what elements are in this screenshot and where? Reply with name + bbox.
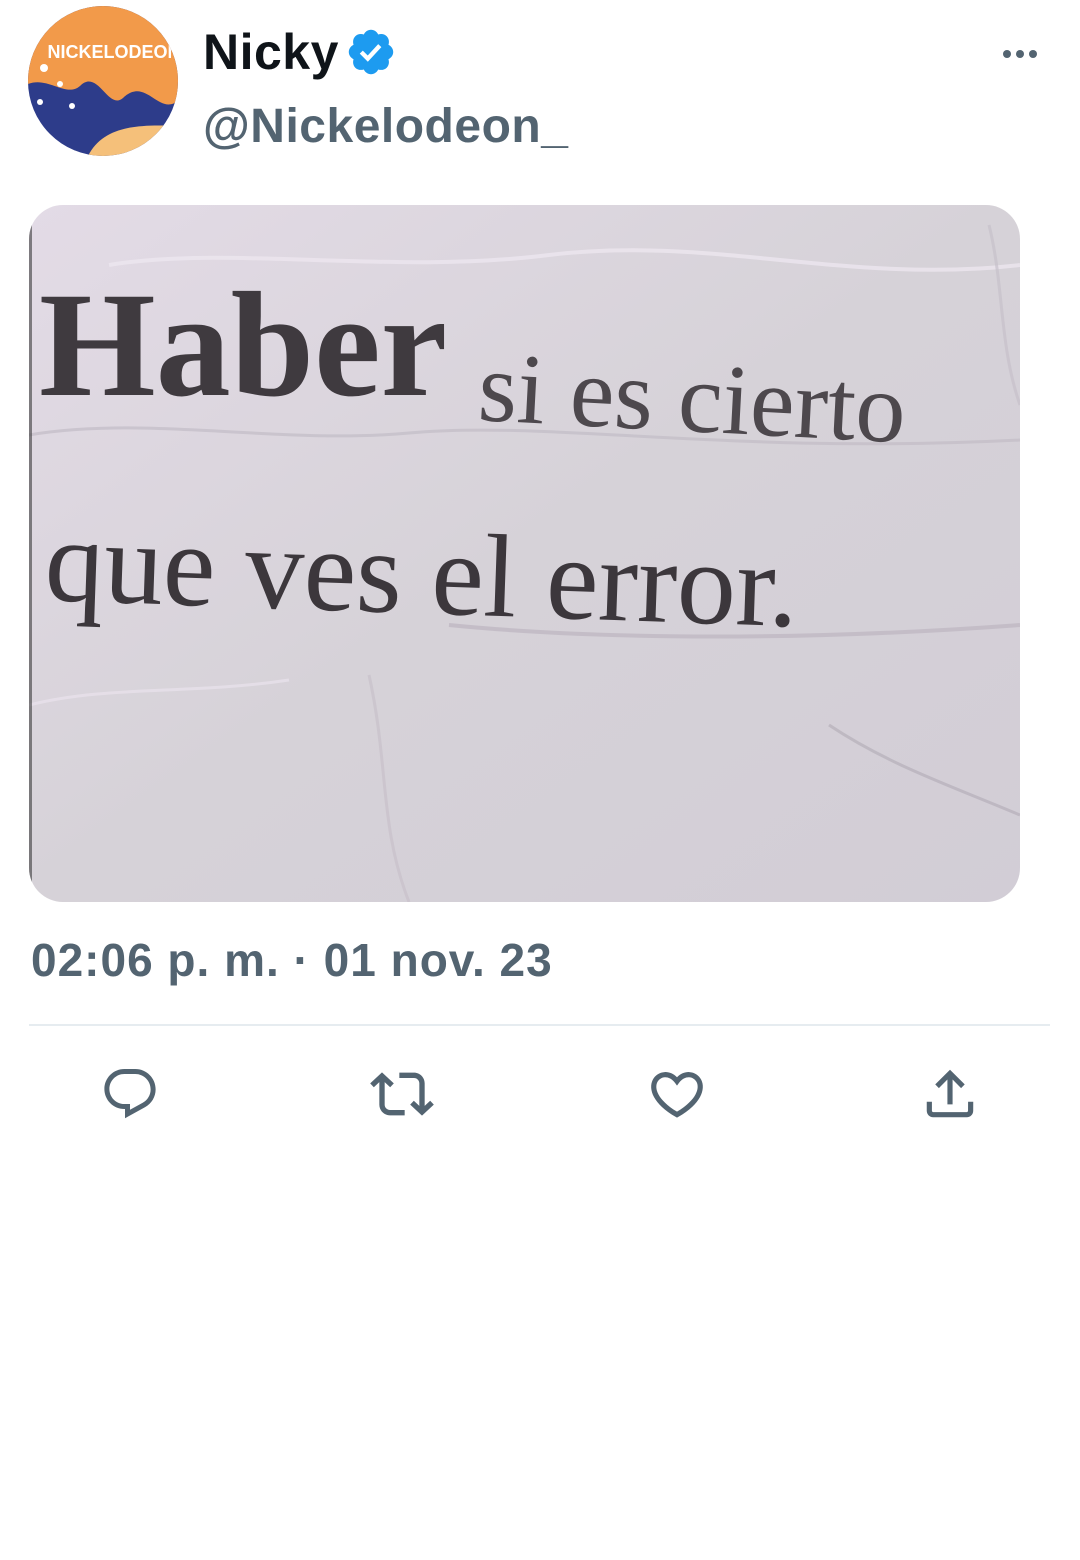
share-icon: [926, 1069, 974, 1118]
like-button[interactable]: [645, 1062, 709, 1126]
more-button[interactable]: [996, 38, 1044, 70]
divider: [29, 1024, 1050, 1026]
author-handle[interactable]: @Nickelodeon_: [203, 98, 568, 156]
media-text-haber: Haber: [39, 262, 447, 428]
avatar-image: NICKELODEON: [28, 6, 178, 156]
display-name[interactable]: Nicky: [203, 22, 339, 82]
media-text-line2: que ves el error.: [43, 495, 801, 652]
tweet-timestamp[interactable]: 02:06 p. m. · 01 nov. 23: [31, 932, 553, 988]
tweet-media-image[interactable]: Haber si es cierto que ves el error.: [29, 205, 1020, 902]
author-name-row[interactable]: Nicky: [203, 22, 397, 82]
reply-icon: [104, 1069, 156, 1119]
retweet-button[interactable]: [370, 1062, 434, 1126]
media-text-line1: si es cierto: [476, 331, 909, 464]
more-horizontal-icon: [1003, 50, 1037, 58]
verified-badge-icon: [345, 26, 397, 78]
avatar-logo-text: NICKELODEON: [47, 42, 178, 62]
avatar[interactable]: NICKELODEON: [28, 6, 178, 156]
retweet-icon: [370, 1072, 434, 1116]
share-button[interactable]: [918, 1062, 982, 1126]
heart-icon: [651, 1072, 703, 1118]
reply-button[interactable]: [98, 1062, 162, 1126]
